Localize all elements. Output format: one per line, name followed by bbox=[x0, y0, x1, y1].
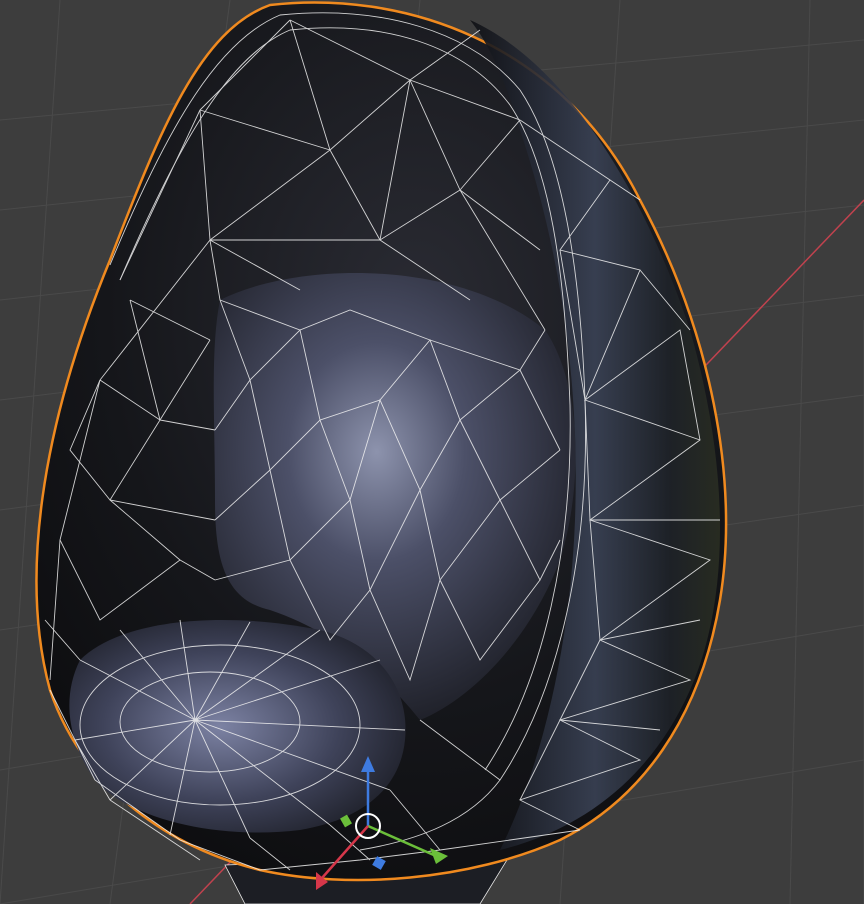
3d-viewport[interactable] bbox=[0, 0, 864, 904]
seat-cushion bbox=[69, 620, 406, 833]
